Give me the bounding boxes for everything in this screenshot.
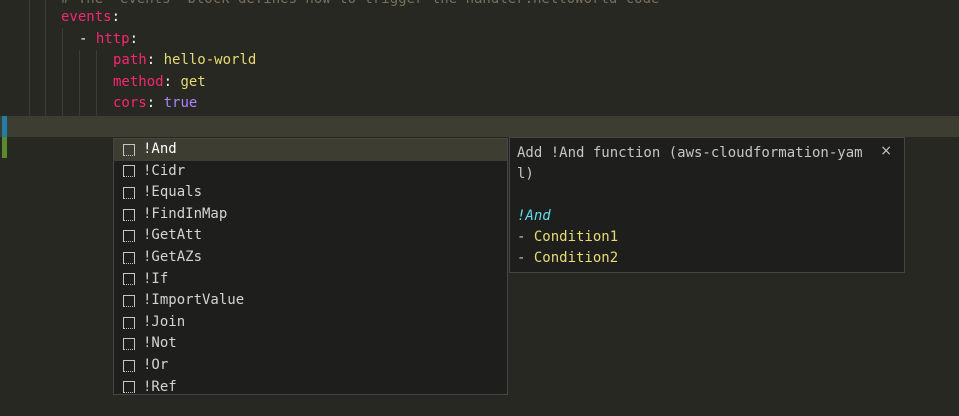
snippet-icon [123, 359, 135, 372]
events-key: events [61, 9, 112, 25]
colon: : [163, 74, 173, 90]
details-title: Add !And function (aws-cloudformation-ya… [517, 145, 863, 182]
colon: : [111, 9, 121, 25]
suggestion-item[interactable]: !Join [114, 312, 507, 334]
suggestion-item[interactable]: !ImportValue [114, 290, 507, 312]
suggestion-label: !Equals [143, 184, 203, 201]
suggestion-item[interactable]: !GetAtt [114, 225, 507, 247]
colon: : [146, 52, 156, 68]
snippet-icon [123, 208, 135, 221]
doc-arg-dash: - [517, 250, 534, 266]
suggestion-item[interactable]: !And [114, 139, 507, 161]
method-key: method [113, 74, 164, 90]
cors-key: cors [113, 95, 147, 111]
code-line-method: method: get [0, 72, 959, 94]
code-line-events: events: [0, 7, 959, 29]
suggestion-label: !GetAZs [143, 249, 203, 265]
suggestion-item[interactable]: !If [114, 269, 507, 291]
path-value: hello-world [163, 52, 257, 68]
details-documentation: !And - Condition1- Condition2 [517, 206, 874, 269]
suggestion-label: !Cidr [143, 162, 186, 179]
suggestion-label: !Ref [143, 378, 177, 395]
suggestion-item[interactable]: !Ref [114, 377, 507, 395]
suggestion-item[interactable]: !Or [114, 355, 507, 377]
method-value: get [180, 74, 206, 90]
snippet-icon [123, 143, 135, 156]
suggestion-label: !ImportValue [143, 292, 245, 309]
snippet-icon [123, 294, 135, 307]
code-line-http: - http: [0, 29, 959, 51]
suggestion-item[interactable]: !Equals [114, 182, 507, 204]
suggestion-item[interactable]: !GetAZs [114, 247, 507, 269]
snippet-icon [123, 186, 135, 199]
close-icon[interactable]: × [880, 141, 892, 162]
suggestion-label: !FindInMap [143, 205, 228, 222]
suggestion-list[interactable]: !And !Cidr !Equals !FindInMap !GetAtt !GetAZs… [113, 138, 508, 395]
snippet-icon [123, 381, 135, 394]
suggestion-item[interactable]: !Not [114, 333, 507, 355]
doc-arg-dash: - [517, 229, 534, 245]
doc-arg-line: - Condition2 [517, 248, 874, 269]
code-line-path: path: hello-world [0, 50, 959, 72]
list-dash: - [79, 31, 96, 47]
suggestion-label: !If [143, 270, 169, 287]
snippet-icon [123, 230, 135, 243]
doc-function-name: !And [517, 208, 551, 224]
doc-arg-line: - Condition1 [517, 227, 874, 248]
colon: : [146, 95, 156, 111]
suggestion-details-panel: Add !And function (aws-cloudformation-ya… [509, 137, 905, 273]
snippet-icon [123, 316, 135, 329]
current-line-highlight [0, 116, 959, 137]
path-key: path [113, 52, 147, 68]
doc-arg-value: Condition1 [533, 229, 619, 245]
colon: : [129, 31, 139, 47]
snippet-icon [123, 165, 135, 178]
code-line-cors: cors: true [0, 93, 959, 115]
suggestion-label: !GetAtt [143, 227, 203, 244]
suggestion-item[interactable]: !Cidr [114, 161, 507, 183]
doc-arg-value: Condition2 [533, 250, 619, 266]
suggestion-item[interactable]: !FindInMap [114, 204, 507, 226]
cors-value: true [163, 95, 198, 111]
suggestion-label: !And [143, 141, 177, 157]
suggestion-label: !Join [143, 313, 186, 330]
suggestion-label: !Not [143, 335, 177, 352]
snippet-icon [123, 273, 135, 286]
http-key: http [95, 31, 130, 47]
snippet-icon [123, 251, 135, 264]
suggestion-label: !Or [143, 357, 169, 373]
snippet-icon [123, 338, 135, 351]
